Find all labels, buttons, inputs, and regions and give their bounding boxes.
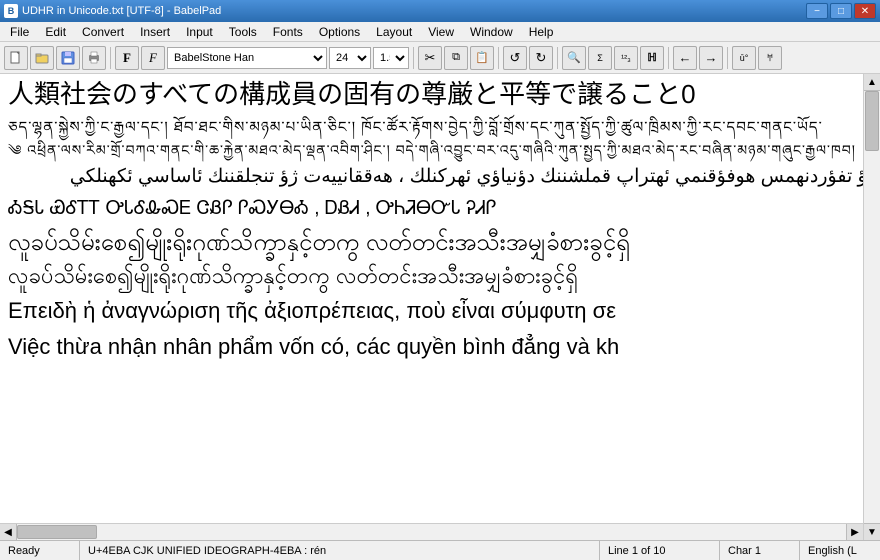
- menu-view[interactable]: View: [420, 23, 462, 41]
- prev-button[interactable]: ←: [673, 46, 697, 70]
- status-line-text: Line 1 of 10: [608, 545, 666, 557]
- stats-button[interactable]: Σ: [588, 46, 612, 70]
- scroll-up-button[interactable]: ▲: [864, 74, 880, 91]
- app-icon: B: [4, 4, 18, 18]
- scroll-down-button[interactable]: ▼: [864, 523, 880, 540]
- copy-button[interactable]: ⧉: [444, 46, 468, 70]
- toolbar-sep-2: [413, 47, 414, 69]
- menu-help[interactable]: Help: [521, 23, 562, 41]
- unicode-button[interactable]: ū°: [732, 46, 756, 70]
- menu-window[interactable]: Window: [462, 23, 521, 41]
- status-unicode: U+4EBA CJK UNIFIED IDEOGRAPH-4EBA : rén: [80, 541, 600, 560]
- text-line-tibetan1: ཅད་ལྷན་སྐྱེས་ཀྱི་ང་རྒྱལ་དང་། ཐོབ་ཐང་གིས་…: [8, 112, 872, 140]
- toolbar-sep-5: [668, 47, 669, 69]
- scroll-track[interactable]: [864, 91, 880, 523]
- undo-button[interactable]: ↺: [503, 46, 527, 70]
- vertical-scrollbar[interactable]: ▲ ▼: [863, 74, 880, 540]
- menu-edit[interactable]: Edit: [37, 23, 74, 41]
- status-lang: English (L: [800, 541, 880, 560]
- font-size-selector[interactable]: 24 810121416182022242836: [329, 47, 371, 69]
- title-bar-left: B UDHR in Unicode.txt [UTF-8] - BabelPad: [4, 4, 221, 18]
- save-button[interactable]: [56, 46, 80, 70]
- scroll-htrack[interactable]: [17, 524, 846, 540]
- redo-button[interactable]: ↻: [529, 46, 553, 70]
- status-unicode-text: U+4EBA CJK UNIFIED IDEOGRAPH-4EBA : rén: [88, 545, 326, 557]
- scroll-left-button[interactable]: ◀: [0, 524, 17, 540]
- text-display[interactable]: 人類社会のすべての構成員の固有の尊厳と平等で譲ること0 ཅད་ལྷན་སྐྱེས…: [0, 74, 880, 540]
- status-char: Char 1: [720, 541, 800, 560]
- toolbar-sep-6: [727, 47, 728, 69]
- menu-fonts[interactable]: Fonts: [265, 23, 311, 41]
- status-bar: Ready U+4EBA CJK UNIFIED IDEOGRAPH-4EBA …: [0, 540, 880, 560]
- bold-button[interactable]: F: [115, 46, 139, 70]
- toolbar-sep-1: [110, 47, 111, 69]
- menu-layout[interactable]: Layout: [368, 23, 420, 41]
- scroll-hthumb[interactable]: [17, 525, 97, 539]
- status-lang-text: English (L: [808, 545, 857, 557]
- menu-insert[interactable]: Insert: [132, 23, 178, 41]
- text-line-arabic: اؤ تفؤردنهمس هوفؤقنمي ئهتراپ قملشننك دؤن…: [8, 161, 872, 194]
- cut-button[interactable]: ✂: [418, 46, 442, 70]
- text-line-myanmar: လူခပ်သိမ်းစေ၍မျိုးရိုးဂုဏ်သိက္ခာနှင့်တကွ…: [8, 260, 872, 293]
- title-bar: B UDHR in Unicode.txt [UTF-8] - BabelPad…: [0, 0, 880, 22]
- text-line-tibetan2: ༄ འཕྲིན་ལས་རིམ་གྲོ་བཀའ་གནང་གི་ཆ་རྐྱེན་མཐ…: [8, 139, 872, 161]
- print-button[interactable]: [82, 46, 106, 70]
- italic-button[interactable]: F: [141, 46, 165, 70]
- window-controls: − □ ✕: [806, 3, 876, 19]
- line-spacing-selector[interactable]: 1.5 1.01.21.52.0: [373, 47, 409, 69]
- menu-bar: File Edit Convert Insert Input Tools Fon…: [0, 22, 880, 42]
- text-line-cherokee: ᎣᎦᏓ ᏯᎴᎢᎢ ᎤᏓᎴᎲᏍᎬ ᏣᏰᎵ ᎵᏍᎩᎾᎣ , ᎠᏰᏗ , ᎤᏂᏘᎾᏅᏓ…: [8, 194, 872, 225]
- open-button[interactable]: [30, 46, 54, 70]
- header-button[interactable]: ℍ: [640, 46, 664, 70]
- toolbar-sep-4: [557, 47, 558, 69]
- window-title: UDHR in Unicode.txt [UTF-8] - BabelPad: [22, 5, 221, 17]
- menu-options[interactable]: Options: [311, 23, 368, 41]
- toolbar: F F BabelStone Han 24 810121416182022242…: [0, 42, 880, 74]
- scroll-thumb[interactable]: [865, 91, 879, 151]
- text-line-vietnamese: Việc thừa nhận nhân phẩm vốn có, các quy…: [8, 329, 872, 366]
- status-line: Line 1 of 10: [600, 541, 720, 560]
- close-button[interactable]: ✕: [854, 3, 876, 19]
- text-line-greek: Επειδὴ ἡ ἀναγνώριση τῆς ἀξιοπρέπειας, πο…: [8, 293, 872, 330]
- text-line-japanese: 人類社会のすべての構成員の固有の尊厳と平等で譲ること0: [8, 78, 872, 112]
- status-ready: Ready: [0, 541, 80, 560]
- status-ready-text: Ready: [8, 545, 40, 557]
- toolbar-sep-3: [498, 47, 499, 69]
- paste-button[interactable]: 📋: [470, 46, 494, 70]
- minimize-button[interactable]: −: [806, 3, 828, 19]
- special-button[interactable]: 𐀀: [758, 46, 782, 70]
- text-line-burmese: လူခပ်သိမ်းစေ၍မျိုးရိုးဂုဏ်သိက္ခာနှင့်တကွ…: [8, 225, 872, 260]
- search-button[interactable]: 🔍: [562, 46, 586, 70]
- super-button[interactable]: ¹²₃: [614, 46, 638, 70]
- menu-file[interactable]: File: [2, 23, 37, 41]
- horizontal-scrollbar[interactable]: ◀ ▶: [0, 523, 863, 540]
- status-char-text: Char 1: [728, 545, 761, 557]
- menu-input[interactable]: Input: [178, 23, 221, 41]
- maximize-button[interactable]: □: [830, 3, 852, 19]
- menu-tools[interactable]: Tools: [221, 23, 265, 41]
- new-button[interactable]: [4, 46, 28, 70]
- next-button[interactable]: →: [699, 46, 723, 70]
- font-selector[interactable]: BabelStone Han: [167, 47, 327, 69]
- scroll-right-button[interactable]: ▶: [846, 524, 863, 540]
- content-area: 人類社会のすべての構成員の固有の尊厳と平等で譲ること0 ཅད་ལྷན་སྐྱེས…: [0, 74, 880, 540]
- menu-convert[interactable]: Convert: [74, 23, 132, 41]
